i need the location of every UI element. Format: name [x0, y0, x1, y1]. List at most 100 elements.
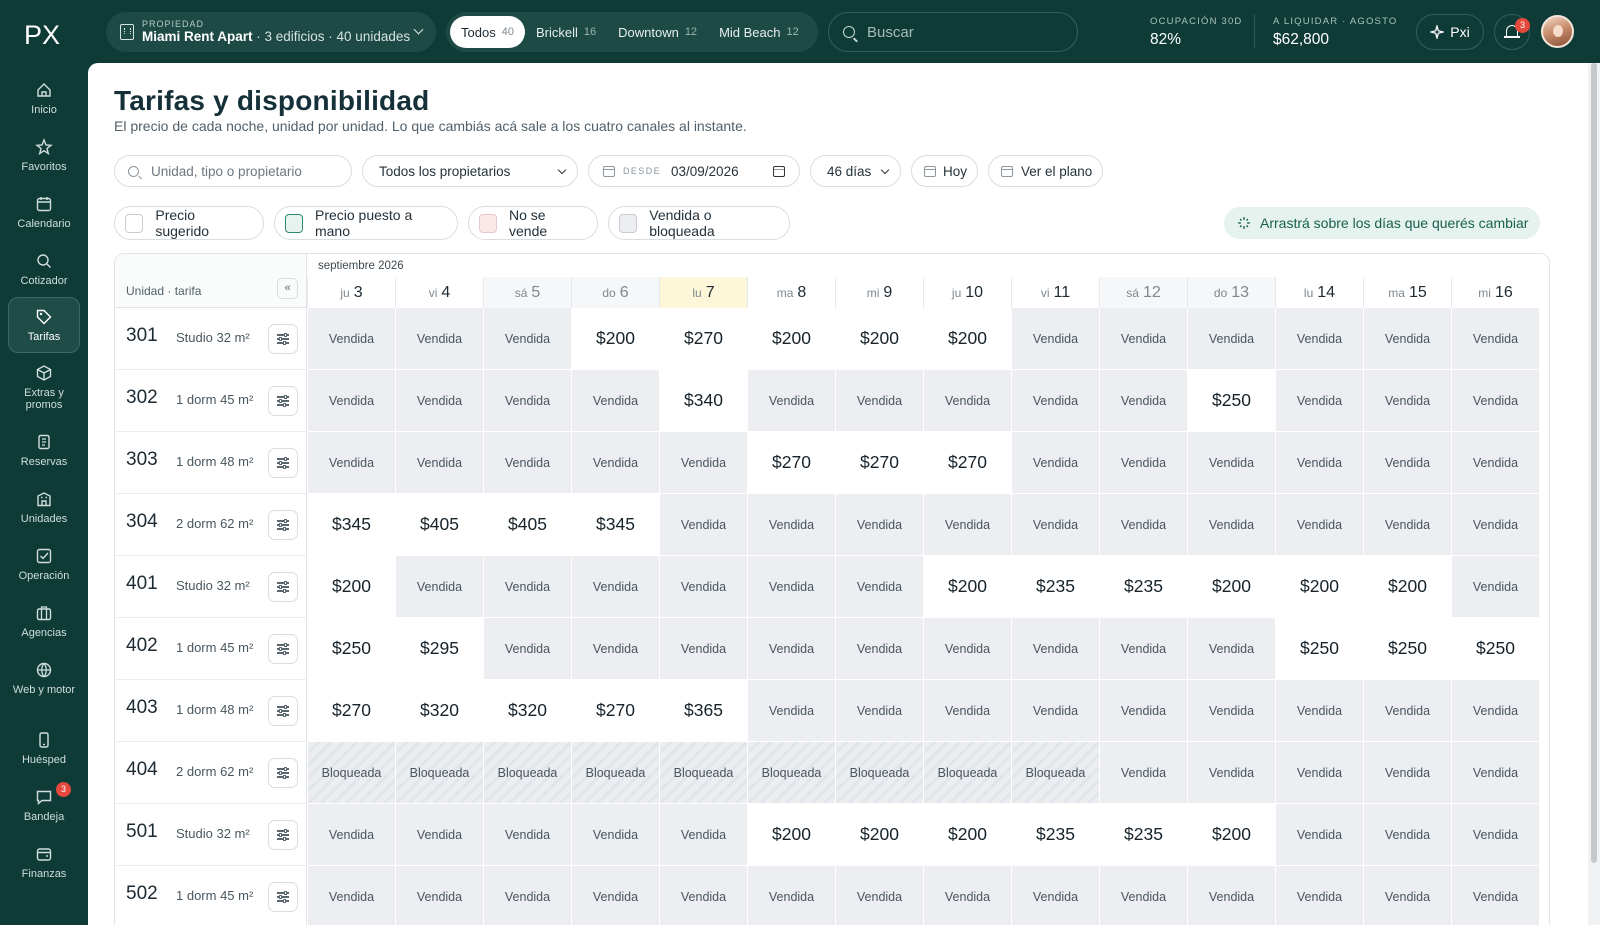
unit-settings-button[interactable]: [268, 820, 298, 850]
rate-cell[interactable]: $200: [1187, 556, 1275, 618]
unit-settings-button[interactable]: [268, 696, 298, 726]
unit-settings-button[interactable]: [268, 758, 298, 788]
rate-cell[interactable]: $270: [307, 680, 395, 742]
sold-cell[interactable]: Vendida: [1363, 742, 1451, 804]
sold-cell[interactable]: Vendida: [1187, 618, 1275, 680]
sold-cell[interactable]: Vendida: [1275, 804, 1363, 866]
sold-cell[interactable]: Vendida: [571, 618, 659, 680]
sold-cell[interactable]: Vendida: [571, 556, 659, 618]
rate-cell[interactable]: $250: [1187, 370, 1275, 432]
rate-cell[interactable]: $405: [395, 494, 483, 556]
sold-cell[interactable]: Vendida: [1011, 866, 1099, 925]
rate-cell[interactable]: $200: [747, 804, 835, 866]
sold-cell[interactable]: Vendida: [835, 866, 923, 925]
sidebar-item-bandeja[interactable]: Bandeja 3: [8, 778, 80, 834]
rate-cell[interactable]: $200: [1187, 804, 1275, 866]
blocked-cell[interactable]: Bloqueada: [923, 742, 1011, 804]
sold-cell[interactable]: Vendida: [835, 370, 923, 432]
sold-cell[interactable]: Vendida: [307, 432, 395, 494]
sold-cell[interactable]: Vendida: [483, 556, 571, 618]
sidebar-item-web-y-motor[interactable]: Web y motor: [8, 651, 80, 707]
sold-cell[interactable]: Vendida: [1187, 742, 1275, 804]
rate-cell[interactable]: $270: [835, 432, 923, 494]
sold-cell[interactable]: Vendida: [1099, 432, 1187, 494]
sidebar-item-extras-y-promos[interactable]: Extras y promos: [8, 354, 80, 411]
day-header[interactable]: vi 11: [1011, 277, 1099, 309]
day-header[interactable]: vi 4: [395, 277, 483, 309]
sold-cell[interactable]: Vendida: [483, 308, 571, 370]
day-header[interactable]: ju 3: [307, 277, 395, 309]
day-header[interactable]: mi 9: [835, 277, 923, 309]
rate-cell[interactable]: $345: [571, 494, 659, 556]
sold-cell[interactable]: Vendida: [659, 432, 747, 494]
sidebar-item-cotizador[interactable]: Cotizador: [8, 242, 80, 298]
rate-cell[interactable]: $270: [571, 680, 659, 742]
day-header[interactable]: ma 8: [747, 277, 835, 309]
sold-cell[interactable]: Vendida: [659, 804, 747, 866]
unit-settings-button[interactable]: [268, 324, 298, 354]
sold-cell[interactable]: Vendida: [923, 680, 1011, 742]
sold-cell[interactable]: Vendida: [1187, 680, 1275, 742]
sold-cell[interactable]: Vendida: [1451, 804, 1539, 866]
sold-cell[interactable]: Vendida: [1187, 432, 1275, 494]
blocked-cell[interactable]: Bloqueada: [835, 742, 923, 804]
blocked-cell[interactable]: Bloqueada: [571, 742, 659, 804]
day-header[interactable]: sá 5: [483, 277, 571, 309]
sold-cell[interactable]: Vendida: [1187, 308, 1275, 370]
rate-cell[interactable]: $200: [307, 556, 395, 618]
sold-cell[interactable]: Vendida: [307, 804, 395, 866]
rate-cell[interactable]: $250: [1275, 618, 1363, 680]
sold-cell[interactable]: Vendida: [1011, 370, 1099, 432]
sold-cell[interactable]: Vendida: [1451, 556, 1539, 618]
day-header[interactable]: lu 14: [1275, 277, 1363, 309]
sold-cell[interactable]: Vendida: [1099, 618, 1187, 680]
rate-cell[interactable]: $250: [1451, 618, 1539, 680]
sold-cell[interactable]: Vendida: [1011, 680, 1099, 742]
sold-cell[interactable]: Vendida: [1363, 494, 1451, 556]
sold-cell[interactable]: Vendida: [747, 556, 835, 618]
user-avatar[interactable]: [1541, 15, 1574, 48]
owner-select[interactable]: Todos los propietarios: [362, 155, 578, 187]
day-header[interactable]: mi 16: [1451, 277, 1539, 309]
unit-settings-button[interactable]: [268, 634, 298, 664]
rate-cell[interactable]: $405: [483, 494, 571, 556]
sidebar-item-unidades[interactable]: Unidades: [8, 480, 80, 536]
sold-cell[interactable]: Vendida: [835, 680, 923, 742]
range-select[interactable]: 46 días: [810, 155, 901, 187]
view-plan-button[interactable]: Ver el plano: [988, 155, 1103, 187]
rate-cell[interactable]: $235: [1011, 804, 1099, 866]
unit-settings-button[interactable]: [268, 882, 298, 912]
rate-cell[interactable]: $270: [747, 432, 835, 494]
sold-cell[interactable]: Vendida: [1451, 680, 1539, 742]
collapse-column-button[interactable]: «: [277, 278, 298, 299]
sold-cell[interactable]: Vendida: [1363, 804, 1451, 866]
sold-cell[interactable]: Vendida: [395, 432, 483, 494]
sold-cell[interactable]: Vendida: [1363, 866, 1451, 925]
sold-cell[interactable]: Vendida: [1451, 370, 1539, 432]
sold-cell[interactable]: Vendida: [747, 494, 835, 556]
sold-cell[interactable]: Vendida: [1363, 308, 1451, 370]
legend-vendida-o-bloqueada[interactable]: Vendida o bloqueada: [608, 206, 790, 240]
legend-precio-sugerido[interactable]: Precio sugerido: [114, 206, 264, 240]
segment-mid-beach[interactable]: Mid Beach 12: [708, 16, 810, 48]
sold-cell[interactable]: Vendida: [307, 370, 395, 432]
sidebar-item-reservas[interactable]: Reservas: [8, 423, 80, 479]
date-picker-icon[interactable]: [773, 166, 785, 177]
rate-cell[interactable]: $270: [923, 432, 1011, 494]
notifications-button[interactable]: 3: [1494, 14, 1530, 50]
sold-cell[interactable]: Vendida: [747, 866, 835, 925]
sold-cell[interactable]: Vendida: [1275, 494, 1363, 556]
rate-cell[interactable]: $200: [923, 556, 1011, 618]
sold-cell[interactable]: Vendida: [395, 866, 483, 925]
rate-cell[interactable]: $250: [1363, 618, 1451, 680]
global-search[interactable]: Buscar: [828, 12, 1078, 52]
rate-cell[interactable]: $200: [1363, 556, 1451, 618]
sold-cell[interactable]: Vendida: [307, 866, 395, 925]
sold-cell[interactable]: Vendida: [1011, 308, 1099, 370]
blocked-cell[interactable]: Bloqueada: [1011, 742, 1099, 804]
sidebar-item-operación[interactable]: Operación: [8, 537, 80, 593]
sold-cell[interactable]: Vendida: [1187, 866, 1275, 925]
rate-cell[interactable]: $235: [1099, 804, 1187, 866]
sold-cell[interactable]: Vendida: [923, 618, 1011, 680]
sold-cell[interactable]: Vendida: [483, 804, 571, 866]
